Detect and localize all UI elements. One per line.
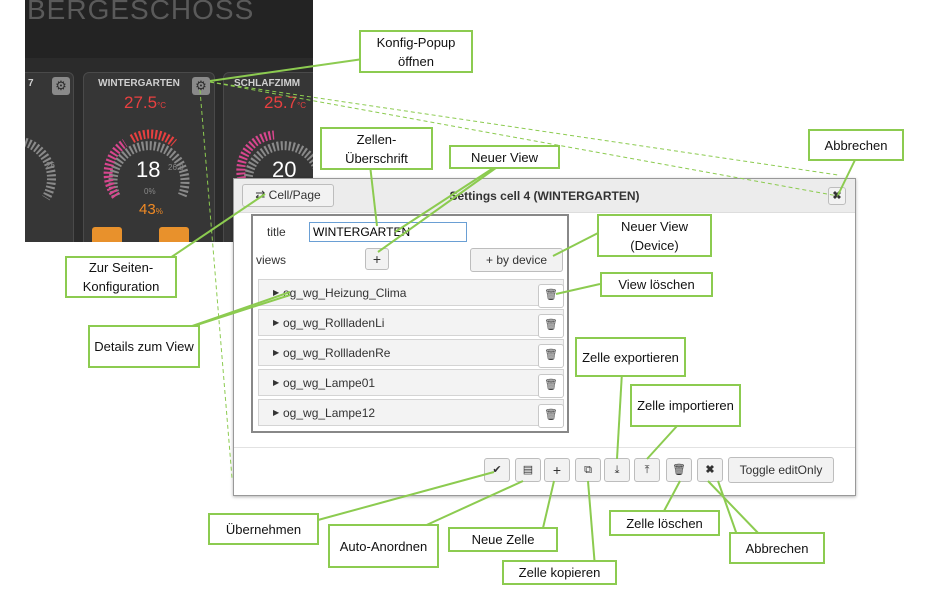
callout-zur-seiten-konfiguration: Zur Seiten-Konfiguration: [65, 256, 177, 298]
callout-zelle-loeschen: Zelle löschen: [609, 510, 720, 536]
callout-abbrechen-bottom: Abbrechen: [729, 532, 825, 564]
callout-konfig-popup: Konfig-Popup öffnen: [359, 30, 473, 73]
callout-zellen-ueberschrift: Zellen-Überschrift: [320, 127, 433, 170]
callout-details-zum-view: Details zum View: [88, 325, 200, 368]
callout-view-loeschen: View löschen: [600, 272, 713, 297]
callout-neue-zelle: Neue Zelle: [448, 527, 558, 552]
callout-zelle-kopieren: Zelle kopieren: [502, 560, 617, 585]
callout-auto-anordnen: Auto-Anordnen: [328, 524, 439, 568]
callout-neuer-view-device: Neuer View (Device): [597, 214, 712, 257]
callout-neuer-view: Neuer View: [449, 145, 560, 169]
callout-zelle-importieren: Zelle importieren: [630, 384, 741, 427]
callout-zelle-exportieren: Zelle exportieren: [575, 337, 686, 377]
callout-lines: [169, 57, 856, 568]
callout-abbrechen-top: Abbrechen: [808, 129, 904, 161]
callout-uebernehmen: Übernehmen: [208, 513, 319, 545]
